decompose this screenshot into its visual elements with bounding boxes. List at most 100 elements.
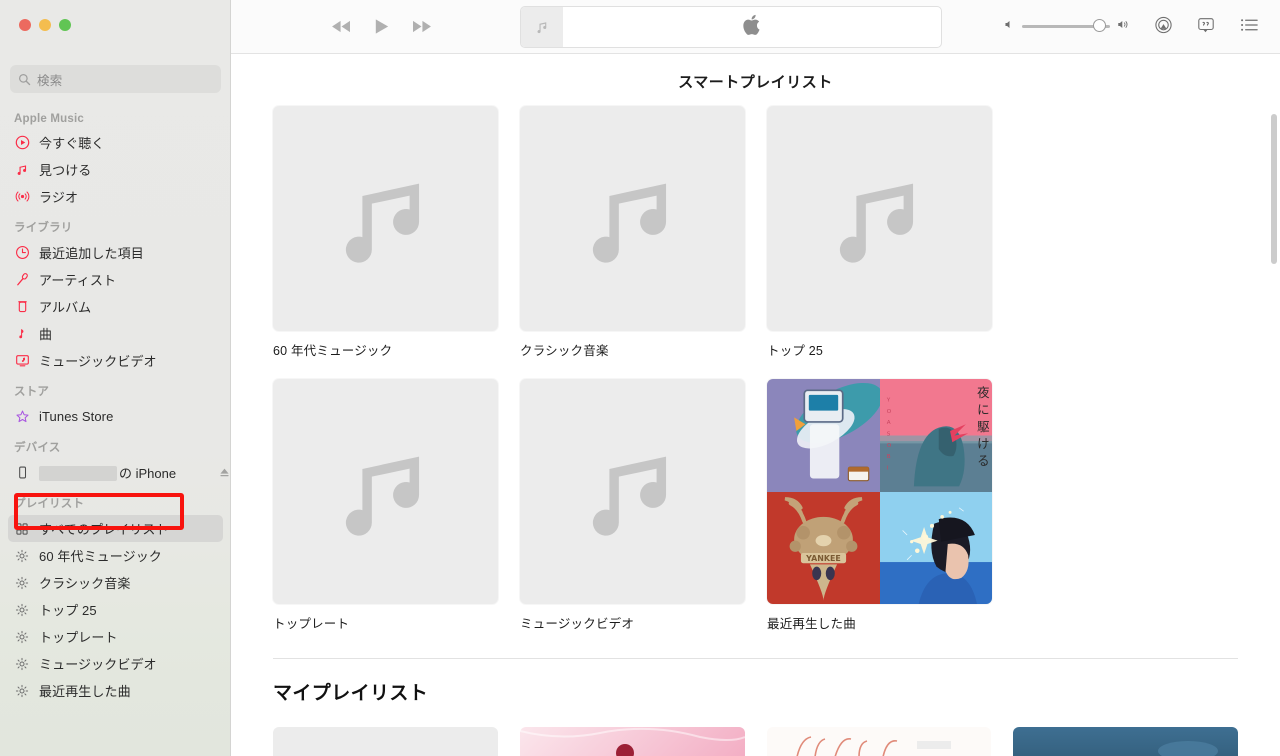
music-note-placeholder-icon xyxy=(592,456,666,536)
clock-icon xyxy=(14,245,30,261)
sidebar-item-playlist-recently-played[interactable]: 最近再生した曲 xyxy=(8,677,223,704)
playlist-tile[interactable]: 夜に駆ける YOASOBI YANKEE 最近再生した曲 xyxy=(767,379,992,632)
airplay-button[interactable] xyxy=(1152,14,1174,36)
svg-text:S: S xyxy=(886,432,891,438)
play-button[interactable] xyxy=(369,17,393,37)
play-circle-icon xyxy=(14,135,30,151)
playlist-tile[interactable]: トップレート xyxy=(273,379,498,632)
playlist-artwork xyxy=(520,379,745,604)
sidebar-item-playlist-60s[interactable]: 60 年代ミュージック xyxy=(8,542,223,569)
playlist-artwork xyxy=(767,106,992,331)
sidebar-item-music-videos[interactable]: ミュージックビデオ xyxy=(8,347,223,374)
gear-icon xyxy=(14,656,30,672)
player-toolbar xyxy=(231,0,1280,54)
sidebar-group-apple-music: Apple Music xyxy=(14,113,84,125)
my-playlist-tile[interactable] xyxy=(1013,727,1238,756)
sidebar-item-device-iphone[interactable]: の iPhone xyxy=(8,459,229,486)
sidebar-item-listen-now[interactable]: 今すぐ聴く xyxy=(8,129,223,156)
volume-slider[interactable] xyxy=(1022,19,1110,32)
volume-control[interactable] xyxy=(1004,17,1132,35)
gear-icon xyxy=(14,575,30,591)
sidebar-group-devices: デバイス xyxy=(14,442,61,454)
star-icon xyxy=(14,409,30,425)
sidebar-item-radio[interactable]: ラジオ xyxy=(8,183,223,210)
sidebar-item-label: ラジオ xyxy=(39,190,79,205)
album-art-yoasobi-yoru-ni-kakeru: 夜に駆ける YOASOBI xyxy=(879,379,992,492)
volume-min-icon xyxy=(1004,17,1015,35)
smart-playlist-section-title: スマートプレイリスト xyxy=(678,74,833,91)
iphone-icon xyxy=(14,465,30,481)
rewind-button[interactable] xyxy=(329,17,353,37)
sidebar-item-label: 見つける xyxy=(39,163,92,178)
playlist-tile[interactable]: 60 年代ミュージック xyxy=(273,106,498,359)
sidebar-item-label: 最近再生した曲 xyxy=(39,684,131,699)
volume-slider-knob[interactable] xyxy=(1093,19,1106,32)
sidebar-item-playlist-top-rated[interactable]: トップレート xyxy=(8,623,223,650)
sidebar-item-playlist-classical[interactable]: クラシック音楽 xyxy=(8,569,223,596)
gear-icon xyxy=(14,548,30,564)
transport-controls xyxy=(329,17,433,37)
playlist-artwork xyxy=(520,106,745,331)
grid-icon xyxy=(14,521,30,537)
music-note-placeholder-icon xyxy=(345,456,419,536)
my-playlist-grid xyxy=(231,705,1280,756)
radio-broadcast-icon xyxy=(14,189,30,205)
fast-forward-button[interactable] xyxy=(409,17,433,37)
sidebar: 検索 Apple Music 今すぐ聴く 見つける ラジオ ライブラリ 最近追加… xyxy=(0,0,231,756)
my-playlist-tile[interactable] xyxy=(519,727,745,756)
redacted-device-name xyxy=(39,466,117,481)
main-area: スマートプレイリスト 60 年代ミュージック クラシック音楽 トップ 25 トッ… xyxy=(231,0,1280,756)
window-controls xyxy=(19,19,71,31)
sidebar-item-browse[interactable]: 見つける xyxy=(8,156,223,183)
music-note-icon xyxy=(537,21,546,33)
sidebar-item-albums[interactable]: アルバム xyxy=(8,293,223,320)
sidebar-item-itunes-store[interactable]: iTunes Store xyxy=(8,403,223,430)
sidebar-item-playlist-top25[interactable]: トップ 25 xyxy=(8,596,223,623)
search-icon xyxy=(18,73,31,86)
my-playlist-tile[interactable] xyxy=(766,727,992,756)
queue-button[interactable] xyxy=(1238,14,1260,36)
sidebar-item-label: 最近追加した項目 xyxy=(39,246,144,261)
playlist-tile[interactable]: クラシック音楽 xyxy=(520,106,745,359)
svg-text:け: け xyxy=(977,436,989,451)
volume-max-icon xyxy=(1117,17,1132,35)
sidebar-item-playlist-music-videos[interactable]: ミュージックビデオ xyxy=(8,650,223,677)
now-playing-display[interactable] xyxy=(520,6,942,48)
lyrics-icon xyxy=(1198,18,1214,33)
sidebar-item-all-playlists[interactable]: すべてのプレイリスト xyxy=(8,515,223,542)
playlist-tile-label: 最近再生した曲 xyxy=(767,617,856,631)
smart-playlist-grid: 60 年代ミュージック クラシック音楽 トップ 25 トップレート ミュージック… xyxy=(231,106,1280,632)
music-note-placeholder-icon xyxy=(839,183,913,263)
music-note-icon xyxy=(14,162,30,178)
maximize-window-button[interactable] xyxy=(59,19,71,31)
minimize-window-button[interactable] xyxy=(39,19,51,31)
device-name-label: の iPhone xyxy=(39,463,176,482)
sidebar-item-label: 60 年代ミュージック xyxy=(39,549,162,564)
sidebar-item-artists[interactable]: アーティスト xyxy=(8,266,223,293)
sidebar-item-recently-added[interactable]: 最近追加した項目 xyxy=(8,239,223,266)
sidebar-item-songs[interactable]: 曲 xyxy=(8,320,223,347)
vertical-scrollbar[interactable] xyxy=(1271,114,1277,264)
playlist-tile[interactable]: ミュージックビデオ xyxy=(520,379,745,632)
svg-text:I: I xyxy=(886,465,889,471)
album-art-1 xyxy=(767,379,880,492)
content-scroll-area[interactable]: スマートプレイリスト 60 年代ミュージック クラシック音楽 トップ 25 トッ… xyxy=(231,54,1280,756)
now-playing-center xyxy=(563,13,941,42)
playlist-tile[interactable]: トップ 25 xyxy=(767,106,992,359)
toolbar-right-icons xyxy=(1152,14,1260,36)
album-art-yankee: YANKEE xyxy=(767,491,880,604)
search-field[interactable]: 検索 xyxy=(10,65,221,93)
sidebar-item-label: トップレート xyxy=(39,630,118,645)
sidebar-nav: Apple Music 今すぐ聴く 見つける ラジオ ライブラリ 最近追加した項… xyxy=(0,104,230,704)
my-playlist-tile[interactable] xyxy=(273,727,498,756)
eject-icon[interactable] xyxy=(218,466,230,479)
lyrics-button[interactable] xyxy=(1195,14,1217,36)
sidebar-item-label: iTunes Store xyxy=(39,409,114,424)
close-window-button[interactable] xyxy=(19,19,31,31)
search-input[interactable]: 検索 xyxy=(37,70,63,89)
playlist-tile-label: 60 年代ミュージック xyxy=(273,344,393,358)
album-icon xyxy=(14,299,30,315)
music-app-window: 検索 Apple Music 今すぐ聴く 見つける ラジオ ライブラリ 最近追加… xyxy=(0,0,1280,756)
gear-icon xyxy=(14,683,30,699)
queue-list-icon xyxy=(1240,19,1258,31)
